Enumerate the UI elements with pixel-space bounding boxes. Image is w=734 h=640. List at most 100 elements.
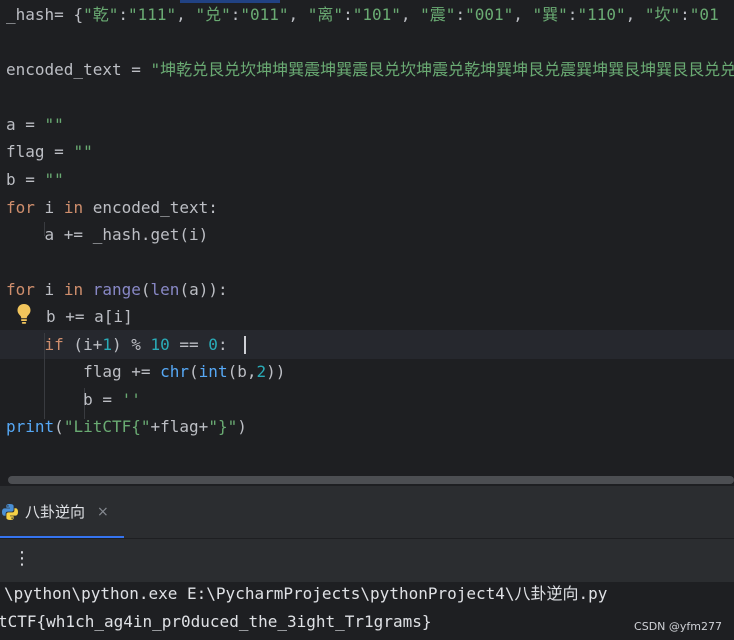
operator: =: [121, 60, 151, 79]
expression-part: ==: [169, 335, 209, 354]
lightbulb-icon[interactable]: [16, 303, 32, 325]
colon: :: [680, 5, 690, 24]
statement: b += a[i]: [46, 307, 133, 326]
string-literal: '': [121, 390, 141, 409]
code-line-1[interactable]: _hash= {"乾":"111", "兑":"011", "离":"101",…: [6, 1, 719, 28]
colon: :: [343, 5, 353, 24]
comma: ,: [625, 5, 645, 24]
dict-key: "震": [420, 5, 456, 24]
operator: =: [44, 142, 74, 161]
console-output[interactable]: \python\python.exe E:\PycharmProjects\py…: [0, 582, 734, 640]
code-line-4[interactable]: flag = "": [6, 138, 93, 165]
statement: a += _hash.get(i): [6, 225, 209, 244]
colon: :: [567, 5, 578, 24]
colon: :: [118, 5, 128, 24]
arguments: (a)):: [179, 280, 228, 299]
run-tab[interactable]: 八卦逆向 ×: [0, 486, 124, 538]
number-literal: 0: [208, 335, 218, 354]
string-literal: "": [44, 170, 64, 189]
code-line-11[interactable]: flag += chr(int(b,2)): [6, 358, 285, 385]
arguments: (b,: [227, 362, 257, 381]
variable-encoded-text: encoded_text: [6, 60, 122, 79]
colon: :: [455, 5, 466, 24]
variable-hash: _hash: [6, 5, 55, 24]
colon: :: [217, 335, 228, 354]
dict-key: "兑": [195, 5, 231, 24]
string-literal: "": [73, 142, 93, 161]
operator: =: [15, 170, 45, 189]
console-line-result: tCTF{wh1ch_ag4in_pr0duced_the_3ight_Tr1g…: [0, 612, 432, 631]
expression-part: (i+: [63, 335, 103, 354]
keyword-in: in: [63, 280, 84, 299]
dict-key: "坎": [644, 5, 681, 24]
string-literal: "}": [208, 417, 238, 436]
iterable: encoded_text:: [83, 198, 218, 217]
code-line-8[interactable]: for i in range(len(a)):: [6, 276, 228, 303]
string-literal: "LitCTF{": [63, 417, 151, 436]
expression-part: ) %: [111, 335, 151, 354]
code-line-12[interactable]: b = '': [6, 386, 141, 413]
keyword-for: for: [6, 280, 35, 299]
run-tab-bar: 八卦逆向 ×: [0, 486, 734, 539]
number-literal: 10: [150, 335, 170, 354]
code-editor[interactable]: _hash= {"乾":"111", "兑":"011", "离":"101",…: [0, 0, 734, 486]
keyword-if: if: [44, 335, 64, 354]
dict-value: "011": [240, 5, 289, 24]
comma: ,: [288, 5, 308, 24]
comma: ,: [400, 5, 421, 24]
code-line-9[interactable]: b += a[i]: [46, 303, 133, 330]
string-literal: "坤乾兑艮兑坎坤坤巽震坤巽震艮兑坎坤震兑乾坤巽坤艮兑震巽坤巽艮坤巽艮艮兑兑: [150, 60, 734, 79]
text-caret: [244, 336, 246, 354]
statement-start: b =: [6, 390, 122, 409]
builtin-range: range: [92, 280, 141, 299]
console-line-command: \python\python.exe E:\PycharmProjects\py…: [4, 584, 608, 603]
dict-value: "01: [689, 5, 719, 24]
number-literal: 2: [256, 362, 267, 381]
builtin-int: int: [198, 362, 228, 381]
loop-variable: i: [34, 280, 64, 299]
builtin-len: len: [150, 280, 180, 299]
code-line-3[interactable]: a = "": [6, 111, 64, 138]
dict-value: "101": [352, 5, 401, 24]
paren: ): [237, 417, 247, 436]
string-literal: "": [44, 115, 64, 134]
paren: (: [54, 417, 64, 436]
paren: )): [266, 362, 286, 381]
operator: = {: [54, 5, 84, 24]
horizontal-scrollbar-thumb[interactable]: [8, 476, 734, 484]
number-literal: 1: [102, 335, 112, 354]
code-line-13[interactable]: print("LitCTF{"+flag+"}"): [6, 413, 247, 440]
expression-part: +flag+: [150, 417, 209, 436]
keyword-in: in: [63, 198, 84, 217]
more-vertical-icon[interactable]: ⋮: [13, 548, 31, 570]
statement-start: flag +=: [6, 362, 161, 381]
colon: :: [230, 5, 241, 24]
run-tab-label: 八卦逆向: [25, 503, 86, 521]
variable-flag: flag: [6, 142, 45, 161]
run-tool-window: 八卦逆向 × ⋮ \python\python.exe E:\PycharmPr…: [0, 486, 734, 640]
builtin-print: print: [6, 417, 55, 436]
variable-a: a: [6, 115, 16, 134]
dict-key: "乾": [83, 5, 119, 24]
close-icon[interactable]: ×: [97, 502, 109, 522]
comma: ,: [513, 5, 533, 24]
dict-value: "110": [577, 5, 626, 24]
paren: (: [140, 280, 151, 299]
dict-value: "111": [128, 5, 177, 24]
keyword-for: for: [6, 198, 35, 217]
comma: ,: [176, 5, 196, 24]
paren: (: [189, 362, 199, 381]
dict-key: "离": [307, 5, 344, 24]
dict-value: "001": [465, 5, 514, 24]
code-line-10[interactable]: if (i+1) % 10 == 0:: [6, 331, 228, 358]
watermark: CSDN @yfm277: [634, 620, 722, 633]
code-line-7[interactable]: a += _hash.get(i): [6, 221, 209, 248]
code-line-5[interactable]: b = "": [6, 166, 64, 193]
variable-b: b: [6, 170, 16, 189]
builtin-chr: chr: [160, 362, 190, 381]
code-line-6[interactable]: for i in encoded_text:: [6, 194, 218, 221]
code-line-2[interactable]: encoded_text = "坤乾兑艮兑坎坤坤巽震坤巽震艮兑坎坤震兑乾坤巽坤艮…: [6, 56, 734, 83]
operator: =: [15, 115, 45, 134]
